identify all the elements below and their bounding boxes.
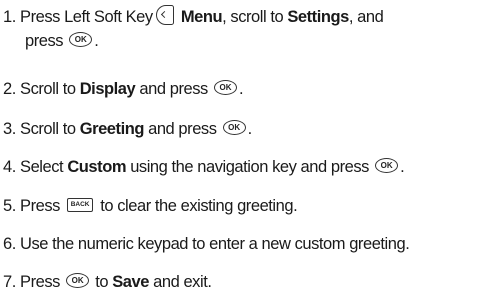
step-number: 4. (3, 158, 16, 176)
step-text: and exit. (153, 273, 212, 291)
step-number: 6. (3, 235, 16, 253)
step-text: Scroll to (20, 80, 76, 98)
ok-key-icon (213, 80, 237, 95)
step-text: Select (20, 158, 64, 176)
step-text: to (95, 273, 109, 291)
step-end: . (94, 32, 99, 50)
step-6: 6. Use the numeric keypad to enter a new… (3, 234, 410, 254)
step-text: press (25, 32, 64, 50)
step-number: 7. (3, 273, 16, 291)
ok-key-icon (375, 158, 399, 173)
menu-label: Menu (180, 8, 223, 26)
step-text: Press Left Soft Key (20, 8, 153, 26)
step-2: 2. Scroll to Display and press . (3, 79, 244, 99)
display-label: Display (79, 80, 136, 98)
ok-key-icon (66, 273, 90, 288)
step-text: Scroll to (20, 120, 76, 138)
left-soft-key-icon (155, 5, 174, 25)
step-4: 4. Select Custom using the navigation ke… (3, 157, 405, 177)
greeting-label: Greeting (79, 120, 145, 138)
step-text: Use the numeric keypad to enter a new cu… (20, 235, 410, 253)
step-text: to clear the existing greeting. (100, 197, 298, 215)
step-1-continued: press . (25, 31, 99, 51)
settings-label: Settings (287, 8, 349, 26)
step-number: 3. (3, 120, 16, 138)
step-text: , scroll to (222, 8, 284, 26)
step-3: 3. Scroll to Greeting and press . (3, 119, 252, 139)
step-number: 2. (3, 80, 16, 98)
step-7: 7. Press to Save and exit. (3, 272, 212, 292)
step-text: Press (20, 197, 60, 215)
ok-key-icon (222, 120, 246, 135)
step-5: 5. Press to clear the existing greeting. (3, 196, 298, 216)
step-text: , and (348, 8, 384, 26)
custom-label: Custom (67, 158, 127, 176)
step-1: 1. Press Left Soft Key Menu, scroll to S… (3, 5, 384, 27)
step-end: . (247, 120, 253, 138)
back-key-icon (67, 198, 94, 212)
step-end: . (238, 80, 244, 98)
step-text: Press (20, 273, 60, 291)
step-text: and press (139, 80, 208, 98)
save-label: Save (112, 273, 149, 291)
step-number: 5. (3, 197, 16, 215)
step-text: and press (148, 120, 217, 138)
step-end: . (400, 158, 405, 176)
ok-key-icon (69, 32, 93, 47)
step-number: 1. (3, 8, 16, 26)
step-text: using the navigation key and press (130, 158, 369, 176)
